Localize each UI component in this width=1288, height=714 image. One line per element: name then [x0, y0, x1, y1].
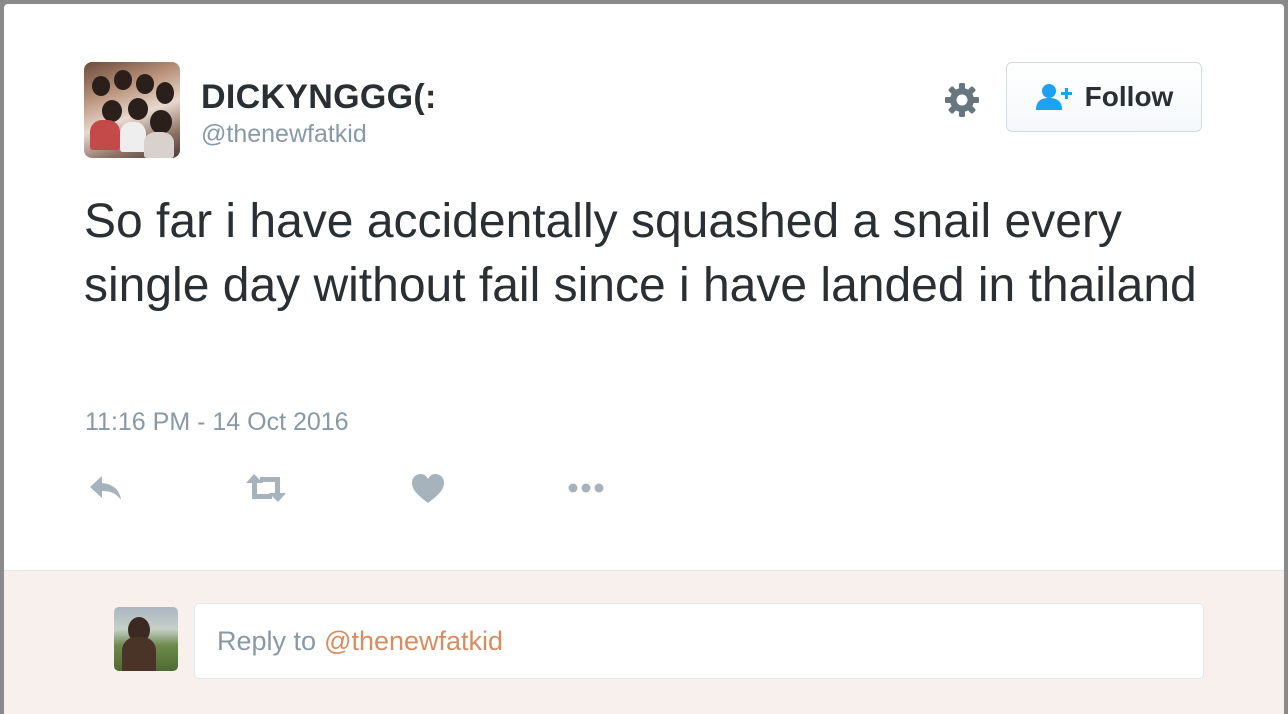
tweet-card: DICKYNGGG(: @thenewfatkid Follow So far … — [4, 4, 1284, 714]
reply-section: Reply to @thenewfatkid — [4, 570, 1284, 714]
gear-icon[interactable] — [942, 80, 982, 120]
current-user-avatar — [114, 607, 178, 671]
add-user-icon — [1035, 84, 1072, 110]
reply-input[interactable]: Reply to @thenewfatkid — [194, 603, 1204, 679]
reply-icon[interactable] — [84, 470, 128, 506]
follow-label: Follow — [1084, 81, 1174, 112]
tweet-text: So far i have accidentally squashed a sn… — [84, 195, 1197, 312]
display-name[interactable]: DICKYNGGG(: — [201, 78, 437, 117]
more-icon[interactable] — [564, 470, 608, 506]
reply-placeholder-prefix: Reply to — [217, 625, 317, 656]
heart-icon[interactable] — [406, 470, 450, 506]
follow-button[interactable]: Follow — [1006, 62, 1202, 132]
tweet-timestamp[interactable]: 11:16 PM - 14 Oct 2016 — [85, 408, 349, 437]
reply-placeholder-handle: @thenewfatkid — [324, 625, 504, 656]
user-avatar[interactable] — [84, 62, 180, 158]
retweet-icon[interactable] — [244, 470, 288, 506]
user-handle[interactable]: @thenewfatkid — [201, 120, 367, 149]
